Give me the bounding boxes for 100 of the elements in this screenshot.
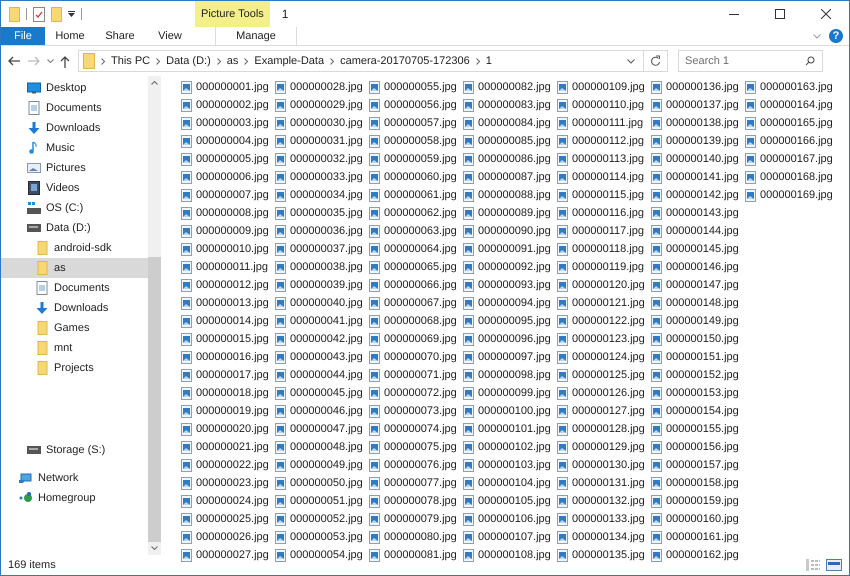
file-item[interactable]: 000000053.jpg [275, 528, 369, 546]
file-item[interactable]: 000000089.jpg [463, 204, 557, 222]
file-item[interactable]: 000000002.jpg [181, 96, 275, 114]
file-item[interactable]: 000000071.jpg [369, 366, 463, 384]
nav-item[interactable]: Network [1, 468, 148, 488]
file-item[interactable]: 000000152.jpg [651, 366, 745, 384]
file-item[interactable]: 000000158.jpg [651, 474, 745, 492]
file-item[interactable]: 000000015.jpg [181, 330, 275, 348]
back-arrow-icon[interactable] [7, 56, 21, 66]
file-item[interactable]: 000000128.jpg [557, 420, 651, 438]
file-item[interactable]: 000000125.jpg [557, 366, 651, 384]
file-item[interactable]: 000000087.jpg [463, 168, 557, 186]
file-item[interactable]: 000000148.jpg [651, 294, 745, 312]
file-item[interactable]: 000000075.jpg [369, 438, 463, 456]
file-item[interactable]: 000000003.jpg [181, 114, 275, 132]
file-item[interactable]: 000000153.jpg [651, 384, 745, 402]
file-item[interactable]: 000000032.jpg [275, 150, 369, 168]
file-item[interactable]: 000000144.jpg [651, 222, 745, 240]
chevron-down-icon[interactable] [47, 59, 54, 63]
file-item[interactable]: 000000043.jpg [275, 348, 369, 366]
file-item[interactable]: 000000091.jpg [463, 240, 557, 258]
file-item[interactable]: 000000101.jpg [463, 420, 557, 438]
file-item[interactable]: 000000019.jpg [181, 402, 275, 420]
file-item[interactable]: 000000066.jpg [369, 276, 463, 294]
file-item[interactable]: 000000164.jpg [745, 96, 839, 114]
refresh-icon[interactable] [650, 55, 661, 67]
file-item[interactable]: 000000028.jpg [275, 78, 369, 96]
file-item[interactable]: 000000078.jpg [369, 492, 463, 510]
file-item[interactable]: 000000010.jpg [181, 240, 275, 258]
file-item[interactable]: 000000100.jpg [463, 402, 557, 420]
file-item[interactable]: 000000057.jpg [369, 114, 463, 132]
file-item[interactable]: 000000079.jpg [369, 510, 463, 528]
nav-item[interactable]: OS (C:) [1, 198, 148, 218]
scrollbar-thumb[interactable] [148, 257, 161, 542]
file-item[interactable]: 000000096.jpg [463, 330, 557, 348]
ribbon-tab[interactable]: Manage [215, 27, 297, 45]
file-item[interactable]: 000000048.jpg [275, 438, 369, 456]
nav-item[interactable]: Downloads [1, 298, 148, 318]
file-item[interactable]: 000000149.jpg [651, 312, 745, 330]
file-item[interactable]: 000000012.jpg [181, 276, 275, 294]
file-item[interactable]: 000000033.jpg [275, 168, 369, 186]
up-arrow-icon[interactable] [60, 54, 70, 68]
file-item[interactable]: 000000113.jpg [557, 150, 651, 168]
file-item[interactable]: 000000090.jpg [463, 222, 557, 240]
nav-item[interactable]: Data (D:) [1, 218, 148, 238]
file-item[interactable]: 000000051.jpg [275, 492, 369, 510]
file-item[interactable]: 000000095.jpg [463, 312, 557, 330]
dropdown-icon[interactable] [68, 11, 75, 17]
file-item[interactable]: 000000120.jpg [557, 276, 651, 294]
file-item[interactable]: 000000076.jpg [369, 456, 463, 474]
file-item[interactable]: 000000117.jpg [557, 222, 651, 240]
large-icons-view-icon[interactable] [826, 559, 842, 571]
file-item[interactable]: 000000068.jpg [369, 312, 463, 330]
file-item[interactable]: 000000094.jpg [463, 294, 557, 312]
file-item[interactable]: 000000054.jpg [275, 546, 369, 564]
ribbon-tab[interactable]: Share [95, 27, 145, 45]
file-item[interactable]: 000000063.jpg [369, 222, 463, 240]
nav-item[interactable]: Documents [1, 98, 148, 118]
file-item[interactable]: 000000141.jpg [651, 168, 745, 186]
file-item[interactable]: 000000168.jpg [745, 168, 839, 186]
file-item[interactable]: 000000147.jpg [651, 276, 745, 294]
file-item[interactable]: 000000067.jpg [369, 294, 463, 312]
file-item[interactable]: 000000084.jpg [463, 114, 557, 132]
file-item[interactable]: 000000129.jpg [557, 438, 651, 456]
file-item[interactable]: 000000136.jpg [651, 78, 745, 96]
file-item[interactable]: 000000001.jpg [181, 78, 275, 96]
file-item[interactable]: 000000130.jpg [557, 456, 651, 474]
file-item[interactable]: 000000110.jpg [557, 96, 651, 114]
file-item[interactable]: 000000009.jpg [181, 222, 275, 240]
file-item[interactable]: 000000018.jpg [181, 384, 275, 402]
nav-item[interactable]: Documents [1, 278, 148, 298]
file-item[interactable]: 000000073.jpg [369, 402, 463, 420]
file-item[interactable]: 000000036.jpg [275, 222, 369, 240]
file-item[interactable]: 000000138.jpg [651, 114, 745, 132]
file-item[interactable]: 000000151.jpg [651, 348, 745, 366]
file-item[interactable]: 000000161.jpg [651, 528, 745, 546]
file-item[interactable]: 000000132.jpg [557, 492, 651, 510]
file-item[interactable]: 000000061.jpg [369, 186, 463, 204]
file-item[interactable]: 000000140.jpg [651, 150, 745, 168]
file-item[interactable]: 000000107.jpg [463, 528, 557, 546]
file-item[interactable]: 000000059.jpg [369, 150, 463, 168]
file-item[interactable]: 000000045.jpg [275, 384, 369, 402]
file-item[interactable]: 000000044.jpg [275, 366, 369, 384]
file-item[interactable]: 000000069.jpg [369, 330, 463, 348]
file-item[interactable]: 000000139.jpg [651, 132, 745, 150]
nav-item[interactable]: android-sdk [1, 238, 148, 258]
file-item[interactable]: 000000112.jpg [557, 132, 651, 150]
file-item[interactable]: 000000155.jpg [651, 420, 745, 438]
file-item[interactable]: 000000105.jpg [463, 492, 557, 510]
file-item[interactable]: 000000102.jpg [463, 438, 557, 456]
file-item[interactable]: 000000017.jpg [181, 366, 275, 384]
file-item[interactable]: 000000085.jpg [463, 132, 557, 150]
scroll-down-icon[interactable] [151, 546, 158, 550]
nav-item[interactable]: Pictures [1, 158, 148, 178]
file-item[interactable]: 000000072.jpg [369, 384, 463, 402]
breadcrumb-item[interactable]: Data (D:) [166, 52, 211, 70]
file-item[interactable]: 000000119.jpg [557, 258, 651, 276]
file-item[interactable]: 000000027.jpg [181, 546, 275, 564]
file-item[interactable]: 000000143.jpg [651, 204, 745, 222]
file-item[interactable]: 000000137.jpg [651, 96, 745, 114]
